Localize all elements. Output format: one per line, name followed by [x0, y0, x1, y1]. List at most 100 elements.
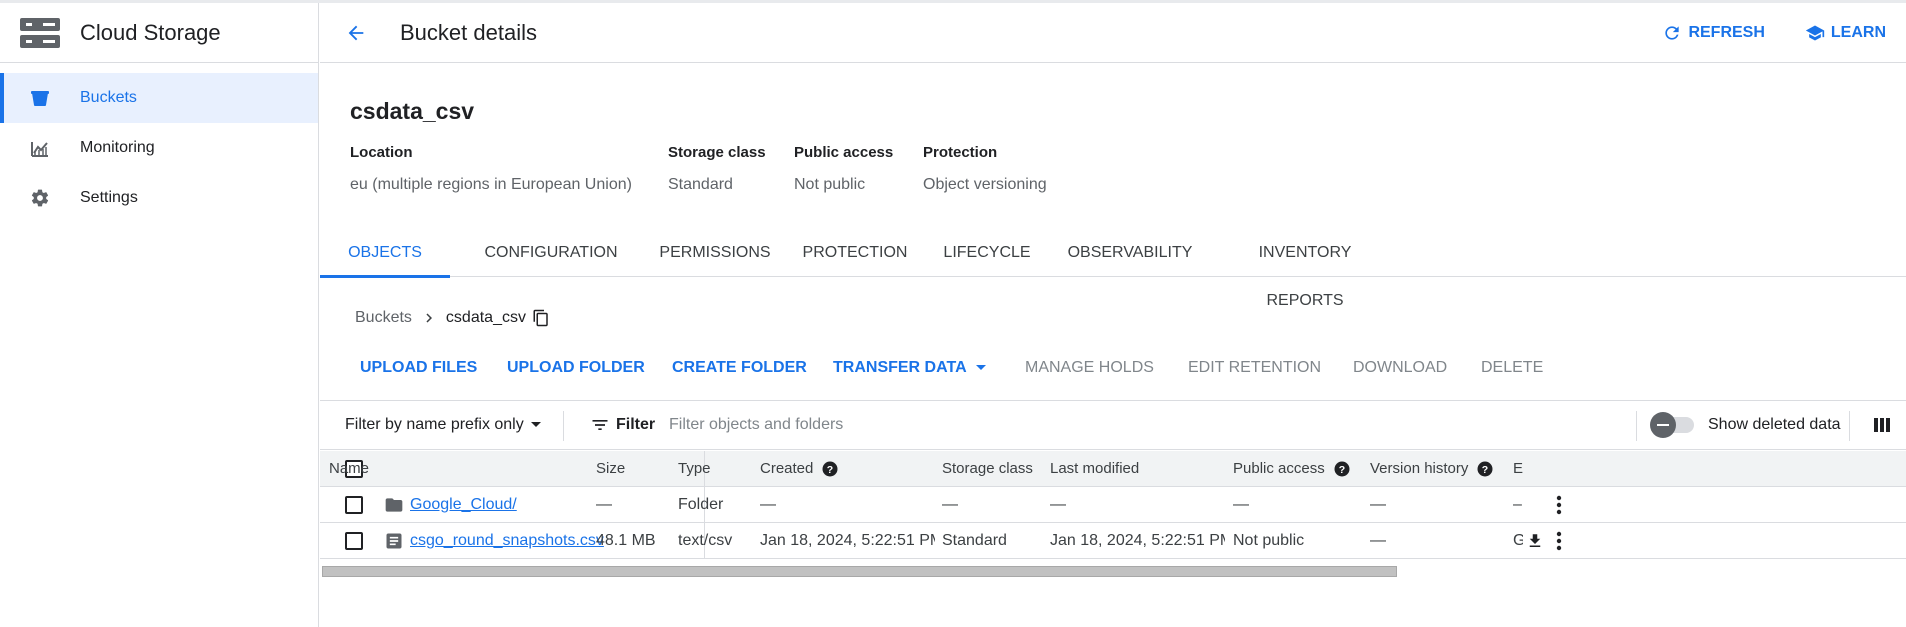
page-header: Bucket details REFRESH LEARN [320, 3, 1906, 63]
divider [563, 411, 564, 441]
meta-value: eu (multiple regions in European Union) [350, 176, 632, 193]
learn-button[interactable]: LEARN [1805, 23, 1886, 43]
tab-objects[interactable]: OBJECTS [320, 229, 450, 278]
help-icon[interactable]: ? [1333, 460, 1351, 478]
file-icon [384, 531, 404, 551]
breadcrumb: Buckets csdata_csv [355, 309, 550, 327]
tab-observability[interactable]: OBSERVABILITY [1060, 229, 1200, 277]
tab-bar: OBJECTS CONFIGURATION PERMISSIONS PROTEC… [320, 229, 1906, 309]
column-header-name[interactable]: Name [329, 451, 529, 487]
upload-files-button[interactable]: UPLOAD FILES [360, 353, 477, 383]
manage-holds-button[interactable]: MANAGE HOLDS [1025, 353, 1154, 383]
tab-permissions[interactable]: PERMISSIONS [655, 229, 775, 277]
type-cell: text/csv [678, 532, 733, 549]
more-vert-icon[interactable] [1556, 523, 1562, 559]
sidebar-item-label: Monitoring [80, 139, 155, 156]
app-title: Cloud Storage [80, 19, 221, 45]
sidebar-item-buckets[interactable]: Buckets [0, 73, 318, 123]
filter-bar: Filter by name prefix only Filter Show d… [320, 400, 1906, 450]
help-icon[interactable]: ? [821, 460, 839, 478]
column-header-size[interactable]: Size [596, 451, 656, 487]
meta-value: Not public [794, 176, 866, 193]
refresh-label: REFRESH [1688, 24, 1765, 41]
meta-label: Protection [923, 144, 998, 161]
page-title: Bucket details [400, 19, 537, 45]
column-header-public-access-label: Public access [1233, 460, 1325, 477]
cloud-storage-logo-icon [20, 17, 60, 48]
horizontal-scrollbar[interactable] [322, 566, 1397, 577]
meta-storage-class: Storage class Standard [668, 144, 766, 194]
refresh-button[interactable]: REFRESH [1662, 23, 1765, 43]
filter-label-text: Filter [616, 416, 656, 433]
version-history-cell: — [1370, 532, 1386, 549]
more-vert-icon[interactable] [1556, 487, 1562, 523]
sidebar-item-label: Buckets [80, 89, 137, 106]
breadcrumb-buckets[interactable]: Buckets [355, 309, 412, 327]
caret-down-icon [975, 364, 986, 370]
meta-label: Storage class [668, 144, 766, 161]
filter-list-icon [592, 420, 608, 430]
svg-text:?: ? [1339, 464, 1345, 476]
show-deleted-label: Show deleted data [1708, 416, 1841, 433]
upload-folder-button[interactable]: UPLOAD FOLDER [507, 353, 645, 383]
row-checkbox[interactable] [345, 532, 363, 550]
create-folder-button[interactable]: CREATE FOLDER [672, 353, 807, 383]
table-row[interactable]: Google_Cloud/ — Folder — — — — — – [320, 487, 1906, 523]
table-header: Name Size Type Created ? Storage class L… [320, 451, 1906, 487]
sidebar-item-label: Settings [80, 189, 138, 206]
transfer-data-button[interactable]: TRANSFER DATA [833, 353, 987, 383]
last-modified-cell: Jan 18, 2024, 5:22:51 PM [1050, 532, 1225, 549]
divider [1849, 411, 1850, 441]
column-header-last-modified[interactable]: Last modified [1050, 451, 1200, 487]
filter-input[interactable] [669, 416, 1269, 434]
column-header-truncated[interactable]: E [1513, 451, 1533, 487]
learn-label: LEARN [1830, 24, 1886, 41]
public-access-cell: Not public [1233, 532, 1305, 549]
object-name-link[interactable]: csgo_round_snapshots.csv [410, 523, 604, 559]
storage-class-cell: — [942, 496, 958, 513]
column-header-created[interactable]: Created ? [760, 451, 900, 487]
type-cell: Folder [678, 496, 724, 513]
back-arrow-icon[interactable] [342, 19, 370, 47]
column-header-storage-class[interactable]: Storage class [942, 451, 1062, 487]
created-cell: — [760, 496, 776, 513]
download-icon[interactable] [1526, 523, 1544, 559]
size-cell: — [596, 496, 612, 513]
monitoring-icon [28, 136, 52, 160]
tab-configuration[interactable]: CONFIGURATION [470, 229, 632, 277]
column-header-version-history[interactable]: Version history ? [1370, 451, 1510, 487]
row-checkbox[interactable] [345, 496, 363, 514]
show-deleted-toggle[interactable]: Show deleted data [1650, 412, 1841, 438]
table-row[interactable]: csgo_round_snapshots.csv 48.1 MB text/cs… [320, 523, 1906, 559]
help-icon[interactable]: ? [1476, 460, 1494, 478]
sidebar-item-settings[interactable]: Settings [0, 173, 318, 223]
copy-icon[interactable] [532, 309, 550, 327]
object-name-link[interactable]: Google_Cloud/ [410, 487, 517, 523]
last-modified-cell: — [1050, 496, 1066, 513]
meta-value: Object versioning [923, 176, 1047, 193]
edit-retention-button[interactable]: EDIT RETENTION [1188, 353, 1321, 383]
filter-prefix-dropdown[interactable]: Filter by name prefix only [345, 416, 542, 434]
column-header-type[interactable]: Type [678, 451, 748, 487]
tab-lifecycle[interactable]: LIFECYCLE [937, 229, 1037, 277]
created-cell: Jan 18, 2024, 5:22:51 PM [760, 532, 935, 549]
meta-value: Standard [668, 176, 733, 193]
sidebar-nav: Buckets Monitoring Settings [0, 63, 318, 223]
column-header-public-access[interactable]: Public access ? [1233, 451, 1373, 487]
tab-protection[interactable]: PROTECTION [795, 229, 915, 277]
version-history-cell: — [1370, 496, 1386, 513]
meta-label: Location [350, 144, 413, 161]
toggle-knob [1650, 412, 1676, 438]
caret-down-icon [530, 422, 541, 427]
delete-button[interactable]: DELETE [1481, 353, 1543, 383]
toggle-track [1650, 412, 1694, 438]
download-button[interactable]: DOWNLOAD [1353, 353, 1447, 383]
meta-protection: Protection Object versioning [923, 144, 1047, 194]
column-display-icon[interactable] [1873, 416, 1891, 434]
column-header-version-history-label: Version history [1370, 460, 1469, 477]
sidebar-item-monitoring[interactable]: Monitoring [0, 123, 318, 173]
tab-inventory-reports[interactable]: INVENTORY REPORTS [1220, 229, 1390, 309]
truncated-cell: – [1513, 496, 1522, 513]
header-actions: REFRESH LEARN [1662, 3, 1906, 63]
size-cell: 48.1 MB [596, 532, 656, 549]
